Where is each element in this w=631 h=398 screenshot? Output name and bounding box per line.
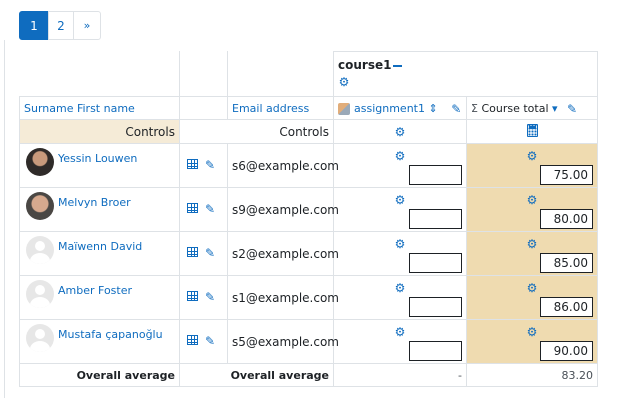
column-header-email: Email address [227,96,334,120]
total-grade-field[interactable]: 85.00 [540,253,593,273]
single-view-icon[interactable] [187,203,198,213]
user-name-link[interactable]: Amber Foster [58,284,132,297]
cog-icon[interactable]: ⚙ [526,282,538,294]
course-cog-icon[interactable]: ⚙ [338,76,350,88]
table-row: Mustafa çapanoğlu ✎ s5@example.com ⚙ ⚙ 90… [19,319,598,364]
collapse-course-icon[interactable] [393,64,403,67]
controls-label-2: Controls [179,119,334,144]
pencil-icon[interactable]: ✎ [205,159,215,171]
user-email: s2@example.com [232,247,339,261]
table-row: Melvyn Broer ✎ s9@example.com ⚙ ⚙ 80.00 [19,187,598,232]
avatar[interactable] [26,148,54,176]
assignment-link[interactable]: assignment1 [354,102,425,115]
single-view-icon[interactable] [187,335,198,345]
grade-input[interactable] [409,209,462,229]
grade-input[interactable] [409,341,462,361]
overall-average-row: Overall average Overall average - 83.20 [19,363,598,387]
pencil-icon[interactable]: ✎ [205,247,215,259]
cog-icon[interactable]: ⚙ [526,194,538,206]
sort-icon[interactable]: ⇕ [428,102,437,115]
pagination: 1 2 » [19,11,101,40]
grade-input[interactable] [409,253,462,273]
total-grade-field[interactable]: 75.00 [540,165,593,185]
course-total-label: Course total [481,101,549,115]
course-total-average: 83.20 [466,363,598,387]
avatar[interactable] [26,192,54,220]
cog-icon[interactable]: ⚙ [526,150,538,162]
single-view-icon[interactable] [187,291,198,301]
avatar[interactable] [26,324,54,352]
page-link-1[interactable]: 1 [19,11,49,40]
overall-average-label-2: Overall average [179,363,334,387]
sigma-icon: Σ [471,101,478,115]
column-header-name: Surname First name [19,96,180,120]
table-row: Yessin Louwen ✎ s6@example.com ⚙ ⚙ 75.00 [19,143,598,188]
user-name-link[interactable]: Mustafa çapanoğlu [58,328,163,341]
avatar[interactable] [26,280,54,308]
total-grade-field[interactable]: 90.00 [540,341,593,361]
cog-icon[interactable]: ⚙ [394,282,406,294]
cog-icon[interactable]: ⚙ [394,126,406,138]
pencil-icon[interactable]: ✎ [567,103,577,115]
user-email: s5@example.com [232,335,339,349]
table-row: Maïwenn David ✎ s2@example.com ⚙ ⚙ 85.00 [19,231,598,276]
sort-name-link[interactable]: Surname First name [24,102,135,115]
pencil-icon[interactable]: ✎ [205,335,215,347]
cog-icon[interactable]: ⚙ [394,150,406,162]
page-link-2[interactable]: 2 [48,11,74,40]
pencil-icon[interactable]: ✎ [205,291,215,303]
user-name-link[interactable]: Melvyn Broer [58,196,131,209]
column-header-assignment: assignment1 ⇕ ✎ [333,96,467,120]
caret-down-icon[interactable]: ▾ [552,102,558,115]
user-email: s9@example.com [232,203,339,217]
assignment-average: - [333,363,467,387]
pencil-icon[interactable]: ✎ [205,203,215,215]
page-next-link[interactable]: » [73,11,101,40]
grade-input[interactable] [409,297,462,317]
user-name-link[interactable]: Yessin Louwen [58,152,137,165]
pencil-icon[interactable]: ✎ [451,103,461,115]
total-grade-field[interactable]: 80.00 [540,209,593,229]
grader-report-table: course1 ⚙ Surname First name Email addre… [19,51,598,387]
user-name-link[interactable]: Maïwenn David [58,240,142,253]
controls-label: Controls [19,119,180,144]
table-row: Amber Foster ✎ s1@example.com ⚙ ⚙ 86.00 [19,275,598,320]
single-view-icon[interactable] [187,247,198,257]
grade-input[interactable] [409,165,462,185]
cog-icon[interactable]: ⚙ [526,326,538,338]
overall-average-label: Overall average [19,363,180,387]
course-header: course1 ⚙ [333,51,598,97]
user-email: s6@example.com [232,159,339,173]
single-view-icon[interactable] [187,159,198,169]
avatar[interactable] [26,236,54,264]
cog-icon[interactable]: ⚙ [394,326,406,338]
cog-icon[interactable]: ⚙ [526,238,538,250]
sort-email-link[interactable]: Email address [232,102,309,115]
course-title: course1 [338,58,392,72]
cog-icon[interactable]: ⚙ [394,238,406,250]
calculator-icon[interactable] [526,123,538,137]
page-left-border [4,40,5,398]
assignment-icon [338,102,350,115]
total-grade-field[interactable]: 86.00 [540,297,593,317]
column-header-total: Σ Course total ▾ ✎ [466,96,598,120]
cog-icon[interactable]: ⚙ [394,194,406,206]
user-email: s1@example.com [232,291,339,305]
